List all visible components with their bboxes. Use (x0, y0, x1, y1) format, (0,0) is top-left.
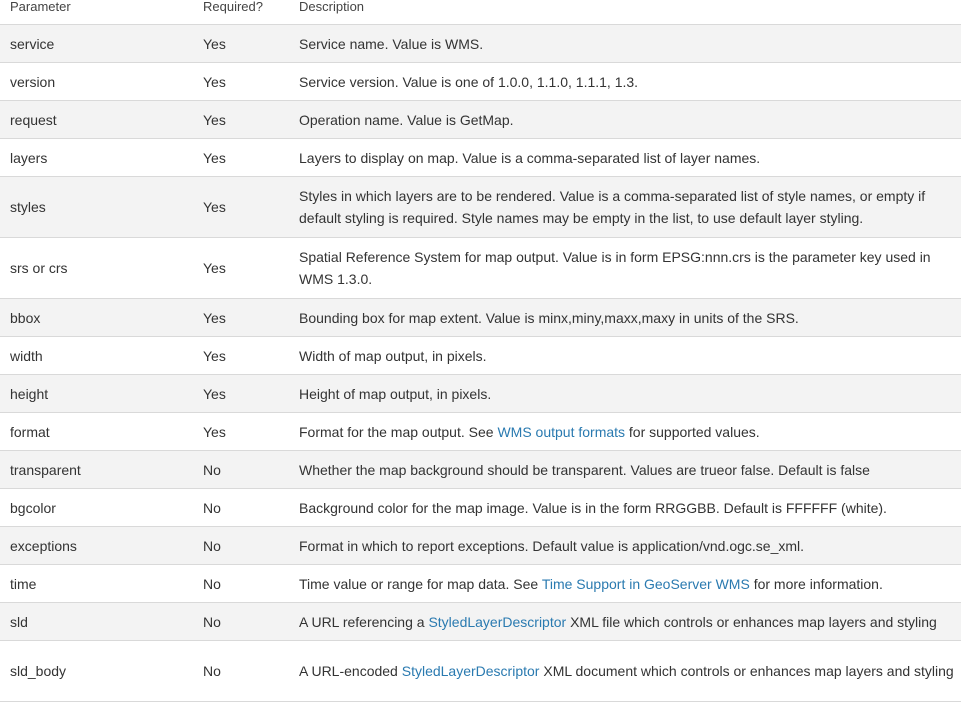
description-text: Styles in which layers are to be rendere… (299, 188, 926, 226)
description-text: Layers to display on map. Value is a com… (299, 149, 761, 166)
table-row: height Yes Height of map output, in pixe… (0, 374, 961, 413)
table-row: bgcolor No Background color for the map … (0, 488, 961, 527)
table-row: sld No A URL referencing a StyledLayerDe… (0, 602, 961, 641)
param-name: exceptions (0, 526, 193, 565)
description-text: Width of map output, in pixels. (299, 347, 487, 364)
param-required: Yes (193, 24, 289, 63)
param-name: request (0, 100, 193, 139)
description-text: for supported values. (625, 423, 760, 440)
header-description: Description (289, 0, 961, 25)
table-row: request Yes Operation name. Value is Get… (0, 100, 961, 139)
parameters-table: Parameter Required? Description service … (0, 0, 961, 702)
param-description: Layers to display on map. Value is a com… (289, 138, 961, 177)
param-required: Yes (193, 374, 289, 413)
param-description: Background color for the map image. Valu… (289, 488, 961, 527)
description-text: Format in which to report exceptions. De… (299, 537, 805, 554)
description-text: Bounding box for map extent. Value is mi… (299, 309, 799, 326)
param-description: Spatial Reference System for map output.… (289, 237, 961, 299)
table-row: width Yes Width of map output, in pixels… (0, 336, 961, 375)
param-name: styles (0, 176, 193, 238)
table-row: bbox Yes Bounding box for map extent. Va… (0, 298, 961, 337)
param-required: No (193, 640, 289, 702)
description-text: Service version. Value is one of 1.0.0, … (299, 73, 639, 90)
param-description: Bounding box for map extent. Value is mi… (289, 298, 961, 337)
description-text: A URL-encoded (299, 663, 402, 679)
param-description: Operation name. Value is GetMap. (289, 100, 961, 139)
table-row: service Yes Service name. Value is WMS. (0, 24, 961, 63)
table-row: exceptions No Format in which to report … (0, 526, 961, 565)
header-parameter: Parameter (0, 0, 193, 25)
table-row: version Yes Service version. Value is on… (0, 62, 961, 101)
param-description: Format in which to report exceptions. De… (289, 526, 961, 565)
param-description: Whether the map background should be tra… (289, 450, 961, 489)
param-description: A URL referencing a StyledLayerDescripto… (289, 602, 961, 641)
table-row: srs or crs Yes Spatial Reference System … (0, 237, 961, 299)
param-name: transparent (0, 450, 193, 489)
param-name: version (0, 62, 193, 101)
param-name: layers (0, 138, 193, 177)
param-required: Yes (193, 336, 289, 375)
table-row: time No Time value or range for map data… (0, 564, 961, 603)
param-name: bgcolor (0, 488, 193, 527)
description-text: XML document which controls or enhances … (539, 663, 954, 679)
param-name: time (0, 564, 193, 603)
time-support-link[interactable]: Time Support in GeoServer WMS (542, 576, 750, 592)
table-row: sld_body No A URL-encoded StyledLayerDes… (0, 640, 961, 702)
param-description: Height of map output, in pixels. (289, 374, 961, 413)
param-description: A URL-encoded StyledLayerDescriptor XML … (289, 640, 961, 702)
param-name: bbox (0, 298, 193, 337)
table-row: format Yes Format for the map output. Se… (0, 412, 961, 451)
description-text: for more information. (749, 575, 883, 592)
styled-layer-descriptor-link[interactable]: StyledLayerDescriptor (402, 663, 540, 679)
param-required: Yes (193, 176, 289, 238)
param-required: Yes (193, 412, 289, 451)
param-name: format (0, 412, 193, 451)
param-required: No (193, 488, 289, 527)
param-description: Styles in which layers are to be rendere… (289, 176, 961, 238)
table-row: transparent No Whether the map backgroun… (0, 450, 961, 489)
description-text: Background color for the map image. Valu… (299, 499, 887, 516)
param-required: Yes (193, 237, 289, 299)
table-header-row: Parameter Required? Description (0, 0, 961, 25)
param-required: No (193, 602, 289, 641)
description-text: XML file which controls or enhances map … (566, 613, 937, 630)
param-description: Format for the map output. See WMS outpu… (289, 412, 961, 451)
description-text: Operation name. Value is GetMap. (299, 111, 514, 128)
param-description: Time value or range for map data. See Ti… (289, 564, 961, 603)
param-name: sld_body (0, 640, 193, 702)
description-text: Time value or range for map data. See (299, 575, 542, 592)
description-text: Whether the map background should be tra… (299, 461, 870, 478)
description-text: A URL referencing a (299, 613, 429, 630)
param-required: Yes (193, 62, 289, 101)
wms-output-formats-link[interactable]: WMS output formats (497, 424, 625, 440)
styled-layer-descriptor-link[interactable]: StyledLayerDescriptor (428, 614, 566, 630)
param-required: Yes (193, 298, 289, 337)
param-required: No (193, 450, 289, 489)
param-description: Width of map output, in pixels. (289, 336, 961, 375)
table-row: styles Yes Styles in which layers are to… (0, 176, 961, 238)
param-description: Service name. Value is WMS. (289, 24, 961, 63)
param-name: sld (0, 602, 193, 641)
description-text: Height of map output, in pixels. (299, 385, 492, 402)
param-required: Yes (193, 138, 289, 177)
description-text: Format for the map output. See (299, 423, 498, 440)
param-required: No (193, 564, 289, 603)
param-description: Service version. Value is one of 1.0.0, … (289, 62, 961, 101)
param-name: service (0, 24, 193, 63)
description-text: Spatial Reference System for map output.… (299, 249, 931, 287)
param-name: height (0, 374, 193, 413)
param-name: width (0, 336, 193, 375)
description-text: Service name. Value is WMS. (299, 35, 484, 52)
param-name: srs or crs (0, 237, 193, 299)
header-required: Required? (193, 0, 289, 25)
param-required: No (193, 526, 289, 565)
table-row: layers Yes Layers to display on map. Val… (0, 138, 961, 177)
param-required: Yes (193, 100, 289, 139)
